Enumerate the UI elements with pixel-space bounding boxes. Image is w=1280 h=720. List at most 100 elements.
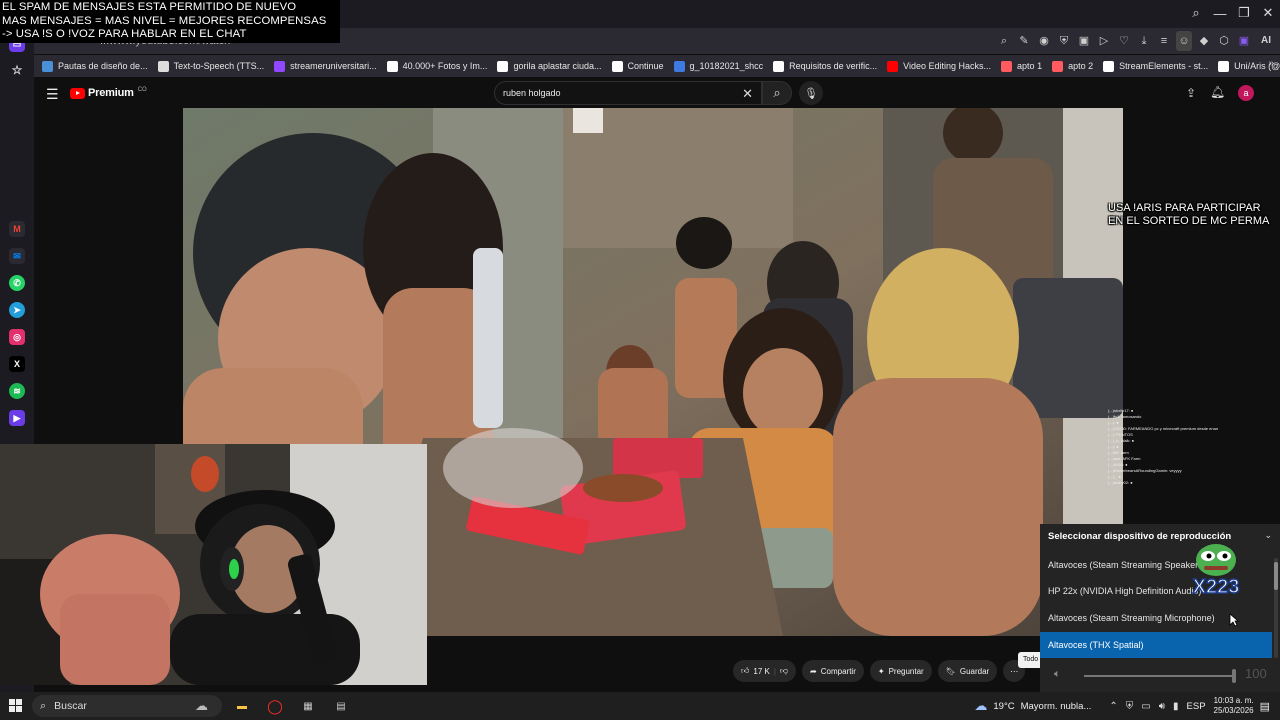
taskbar-search[interactable]: ⌕ Buscar ☁ [32,695,222,717]
calculator-icon[interactable]: ▤ [332,697,350,715]
file-explorer-icon[interactable]: ▬ [233,697,251,715]
bookmark-item[interactable]: 40.000+ Fotos y Im... [383,56,492,76]
spotify-icon[interactable]: ≋ [9,383,25,399]
volume-fill [1084,675,1234,677]
menu-list-icon[interactable]: ≡ [1156,31,1172,51]
windows-start-icon[interactable] [9,699,22,712]
search-icon: ⌕ [40,699,47,712]
star-icon[interactable]: ☆ [9,62,25,78]
notification-icon[interactable]: ▤ [1260,700,1270,713]
extension-puzzle-icon[interactable]: ▣ [1236,31,1252,51]
bookmark-item[interactable]: Text-to-Speech (TTS... [154,56,269,76]
messenger-icon[interactable]: ✉ [9,248,25,264]
microphone-icon: 🎙︎ [804,87,818,100]
speaker-icon[interactable]: 🔈︎ [1054,668,1061,681]
volume-slider[interactable] [1084,675,1234,677]
bookmark-item[interactable]: Video Editing Hacks... [883,56,995,76]
bookmark-item[interactable]: Requisitos de verific... [769,56,881,76]
search-highlight-icon: ☁ [195,698,208,713]
heart-icon[interactable]: ♡ [1116,31,1132,51]
instagram-icon[interactable]: ◎ [9,329,25,345]
notifications-bell-icon[interactable]: 🔔︎ [1210,85,1225,99]
bookmark-label: StreamElements - st... [1119,61,1209,71]
telegram-icon[interactable]: ➤ [9,302,25,318]
mouse-cursor-icon [1229,613,1239,627]
chevron-up-icon[interactable]: ⌃ [1109,701,1117,712]
ask-button[interactable]: ✦ Preguntar [869,660,932,682]
save-button[interactable]: 🔖︎ Guardar [937,660,998,682]
minimize-icon[interactable]: — [1208,0,1232,26]
voice-search-button[interactable]: 🎙︎ [799,81,823,105]
volume-icon[interactable]: 🔊︎ [1159,701,1165,712]
volume-slider-thumb[interactable] [1232,669,1236,683]
bookmark-item[interactable]: apto 1 [997,56,1046,76]
bookmark-item[interactable]: gorila aplastar ciuda... [493,56,605,76]
restore-icon[interactable]: ❐ [1232,0,1256,26]
clock-time: 10:03 a. m. [1213,696,1254,705]
search-icon[interactable]: ⌕ [1184,0,1208,26]
bookmark-item[interactable]: StreamElements - st... [1099,56,1212,76]
clock[interactable]: 10:03 a. m. 25/03/2026 [1214,696,1254,716]
system-tray: ☁ 19°C Mayorm. nubla... ⌃ ⛨ ▭ 🔊︎ ▮ ESP 1… [974,692,1280,720]
shield-tray-icon[interactable]: ⛨ [1126,701,1134,712]
weather-text: Mayorm. nubla... [1020,700,1092,712]
bookmark-item[interactable]: Continue [608,56,668,76]
ask-label: Preguntar [888,666,924,676]
bookmark-label: gorila aplastar ciuda... [513,61,602,71]
video-letterbox [34,108,183,444]
bookmark-favicon-icon [1052,60,1064,72]
player-icon[interactable]: ▶ [9,410,25,426]
giveaway-line: EN EL SORTEO DE MC PERMA [1108,215,1270,227]
bookmark-favicon-icon [673,60,685,72]
camera-icon[interactable]: ◉ [1036,31,1052,51]
chevron-down-icon[interactable]: ⌄ [1264,530,1272,541]
like-button[interactable]: 👍︎ 17 K | 👎︎ [733,660,797,682]
language-indicator[interactable]: ESP [1187,701,1206,712]
box-icon[interactable]: ▣ [1076,31,1092,51]
play-icon[interactable]: ▷ [1096,31,1112,51]
bookmark-favicon-icon [497,60,509,72]
window-controls: ⌕ — ❐ ✕ [1184,0,1280,26]
more-icon: ⋯ [1010,666,1019,676]
edit-icon[interactable]: ✎ [1016,31,1032,51]
device-option[interactable]: Altavoces (THX Spatial) [1040,632,1272,658]
weather-widget[interactable]: ☁ 19°C Mayorm. nubla... [974,698,1091,714]
device-scrollbar-thumb[interactable] [1274,562,1278,590]
x-icon[interactable]: X [9,356,25,372]
profile-icon[interactable]: ☺ [1176,31,1192,51]
bookmark-favicon-icon [1001,60,1013,72]
whatsapp-icon[interactable]: ✆ [9,275,25,291]
avatar[interactable]: a [1238,85,1254,101]
close-icon[interactable]: ✕ [1256,0,1280,26]
search-button[interactable]: ⌕ [762,81,792,105]
extension-diamond-icon[interactable]: ◆ [1196,31,1212,51]
bookmark-item[interactable]: apto 2 [1048,56,1097,76]
zoom-icon[interactable]: ⌕ [996,31,1012,51]
ai-button[interactable]: AI [1256,31,1276,51]
bookmark-item[interactable]: Pautas de diseño de... [38,56,152,76]
bookmark-item[interactable]: g_10182021_shcc [670,56,768,76]
network-icon[interactable]: ▭ [1141,701,1150,712]
search-input[interactable] [503,82,723,104]
clear-search-icon[interactable]: ✕ [742,86,753,102]
bookmark-label: apto 1 [1017,61,1043,71]
extension-cube-icon[interactable]: ⬡ [1216,31,1232,51]
battery-icon[interactable]: ▮ [1173,701,1179,712]
thumbs-down-icon[interactable]: 👎︎ [780,666,788,676]
youtube-brand-text: Premium [88,87,134,99]
youtube-logo[interactable]: Premium CO [70,87,147,99]
bookmarks-overflow-icon[interactable]: » [1268,58,1274,69]
download-icon[interactable]: ⤓ [1136,31,1152,51]
gmail-icon[interactable]: M [9,221,25,237]
hamburger-menu-icon[interactable]: ☰ [46,86,59,103]
upload-icon[interactable]: ⇪ [1186,86,1196,100]
bookmark-item[interactable]: streameruniversitari... [270,56,381,76]
share-button[interactable]: ➦ Compartir [802,660,864,682]
bookmark-favicon-icon [887,60,899,72]
temperature: 19°C [993,700,1015,712]
opera-icon[interactable]: ◯ [266,697,284,715]
app-icon[interactable]: ▦ [299,697,317,715]
emote-text: X223 [1193,576,1240,598]
giveaway-line: USA !ARIS PARA PARTICIPAR [1108,202,1261,214]
shield-icon[interactable]: ⛨ [1056,31,1072,51]
